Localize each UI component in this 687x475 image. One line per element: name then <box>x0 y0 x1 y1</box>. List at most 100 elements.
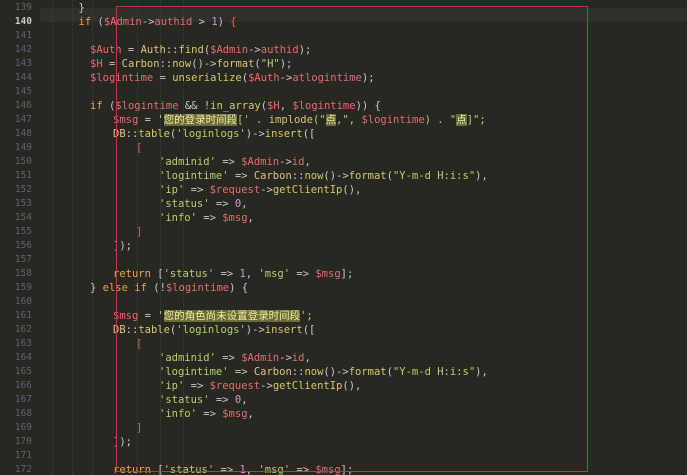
line-number[interactable]: 170 <box>0 435 32 449</box>
code-token: ) . " <box>424 114 457 126</box>
line-number[interactable]: 148 <box>0 127 32 141</box>
code-line[interactable]: ] <box>136 421 142 435</box>
code-line[interactable]: $msg = '您的登录时间段[' . implode("点,", $login… <box>113 113 486 127</box>
code-token: (" <box>312 114 326 126</box>
code-line[interactable]: 'logintime' => Carbon::now()->format("Y-… <box>159 169 488 183</box>
code-token: ([ <box>302 324 316 336</box>
code-line[interactable]: [ <box>136 337 142 351</box>
line-number[interactable]: 161 <box>0 309 32 323</box>
line-number[interactable]: 150 <box>0 155 32 169</box>
line-number[interactable]: 156 <box>0 239 32 253</box>
code-line[interactable]: DB::table('loginlogs')->insert([ <box>113 323 315 337</box>
line-number-gutter[interactable]: 139 140 141 142 143 144 145 146 147 148 149 150 151 1… <box>0 0 40 475</box>
code-line[interactable]: ]); <box>113 435 132 449</box>
line-number[interactable]: 146 <box>0 99 32 113</box>
code-line[interactable]: 'adminid' => $Admin->id, <box>159 351 311 365</box>
code-token: ()-> <box>191 58 217 70</box>
line-number[interactable]: 149 <box>0 141 32 155</box>
line-number[interactable]: 165 <box>0 365 32 379</box>
line-number[interactable]: 164 <box>0 351 32 365</box>
code-token: => <box>228 170 254 182</box>
code-token: find <box>178 44 204 56</box>
code-line[interactable]: [ <box>136 141 142 155</box>
code-line[interactable]: if ($logintime && !in_array($H, $loginti… <box>90 99 381 113</box>
code-token: )-> <box>245 128 265 140</box>
code-line[interactable]: ] <box>136 225 142 239</box>
code-line[interactable]: 'info' => $msg, <box>159 211 254 225</box>
line-number[interactable]: 139 <box>0 1 32 15</box>
code-token: , <box>304 156 311 168</box>
code-line[interactable]: if ($Admin->authid > 1) { <box>79 15 237 29</box>
code-token: now <box>304 170 324 182</box>
code-line[interactable]: $msg = '您的角色尚未设置登录时间段'; <box>113 309 313 323</box>
line-number[interactable]: 172 <box>0 463 32 475</box>
code-line[interactable]: return ['status' => 1, 'msg' => $msg]; <box>113 463 353 475</box>
code-token: => <box>184 184 210 196</box>
code-line[interactable]: $logintime = unserialize($Auth->atlogint… <box>90 71 375 85</box>
line-number[interactable]: 144 <box>0 71 32 85</box>
line-number[interactable]: 155 <box>0 225 32 239</box>
code-token: [ <box>150 268 164 280</box>
line-number[interactable]: 151 <box>0 169 32 183</box>
code-token: => <box>196 408 223 420</box>
code-token: => <box>214 268 240 280</box>
code-line[interactable]: 'ip' => $request->getClientIp(), <box>159 379 361 393</box>
line-number[interactable]: 169 <box>0 421 32 435</box>
line-number[interactable]: 166 <box>0 379 32 393</box>
code-token: $msg <box>222 212 248 224</box>
code-line[interactable]: } else if (!$logintime) { <box>90 281 248 295</box>
code-token: => <box>209 198 235 210</box>
line-number[interactable]: 145 <box>0 85 32 99</box>
code-line[interactable]: 'status' => 0, <box>159 393 248 407</box>
code-token: ]; <box>340 268 354 280</box>
code-token: [' . <box>237 114 269 126</box>
code-token: [ <box>136 338 143 350</box>
line-number[interactable]: 141 <box>0 29 32 43</box>
code-token: now <box>304 366 324 378</box>
line-number[interactable]: 160 <box>0 295 32 309</box>
line-number[interactable]: 167 <box>0 393 32 407</box>
code-token: table <box>138 324 170 336</box>
code-token: $Auth <box>90 44 122 56</box>
line-number[interactable]: 162 <box>0 323 32 337</box>
line-number[interactable]: 154 <box>0 211 32 225</box>
code-token: => <box>215 352 242 364</box>
code-line[interactable]: 'adminid' => $Admin->id, <box>159 155 311 169</box>
code-line[interactable]: ]); <box>113 239 132 253</box>
line-number[interactable]: 159 <box>0 281 32 295</box>
line-number[interactable]: 143 <box>0 57 32 71</box>
code-token: ) <box>217 16 231 28</box>
code-line[interactable]: $H = Carbon::now()->format("H"); <box>90 57 292 71</box>
code-token: = <box>153 72 173 84</box>
line-number[interactable]: 140 <box>0 15 32 29</box>
line-number[interactable]: 171 <box>0 449 32 463</box>
code-area[interactable]: } if ($Admin->authid > 1) {$Auth = Auth::… <box>40 0 687 475</box>
code-line[interactable]: 'logintime' => Carbon::now()->format("Y-… <box>159 365 488 379</box>
code-token: ,", <box>336 114 362 126</box>
line-number[interactable]: 158 <box>0 267 32 281</box>
code-line[interactable]: } <box>79 1 85 15</box>
line-number[interactable]: 142 <box>0 43 32 57</box>
code-line[interactable]: 'info' => $msg, <box>159 407 254 421</box>
line-number[interactable]: 152 <box>0 183 32 197</box>
code-line[interactable]: 'status' => 0, <box>159 197 248 211</box>
code-token: $H <box>90 58 103 70</box>
line-number[interactable]: 147 <box>0 113 32 127</box>
code-line[interactable]: 'ip' => $request->getClientIp(), <box>159 183 361 197</box>
code-token: ([ <box>302 128 316 140</box>
line-number[interactable]: 163 <box>0 337 32 351</box>
indent-guide <box>72 0 73 475</box>
line-number[interactable]: 168 <box>0 407 32 421</box>
code-token: $logintime <box>115 100 179 112</box>
line-number[interactable]: 153 <box>0 197 32 211</box>
code-line[interactable]: DB::table('loginlogs')->insert([ <box>113 127 315 141</box>
code-token: = <box>102 58 122 70</box>
code-token: , <box>245 464 259 475</box>
line-number[interactable]: 157 <box>0 253 32 267</box>
code-editor[interactable]: 139 140 141 142 143 144 145 146 147 148 149 150 151 1… <box>0 0 687 475</box>
code-token: $request <box>209 184 261 196</box>
code-token: $logintime <box>361 114 425 126</box>
code-token: 'info' <box>159 212 197 224</box>
code-line[interactable]: $Auth = Auth::find($Admin->authid); <box>90 43 311 57</box>
code-line[interactable]: return ['status' => 1, 'msg' => $msg]; <box>113 267 353 281</box>
